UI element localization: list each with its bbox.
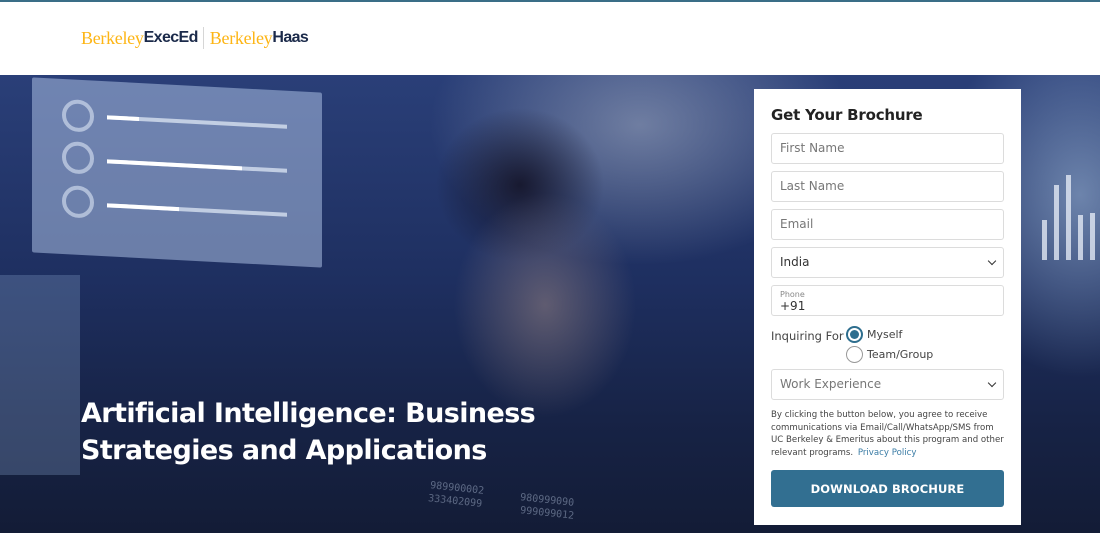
hero-bg-bar [107,159,287,173]
chevron-down-icon [987,256,997,266]
work-experience-select[interactable]: Work Experience [771,369,1004,400]
hero-bg-bar [107,203,287,217]
radio-team-group-label: Team/Group [867,348,934,361]
logo-berkeley-text: Berkeley [81,27,144,48]
phone-input[interactable]: Phone +91 [771,285,1004,316]
berkeley-logo[interactable]: Berkeley ExecEd Berkeley Haas [81,26,309,50]
email-input[interactable]: Email [771,209,1004,240]
country-select[interactable]: India [771,247,1004,278]
form-title: Get Your Brochure [771,106,923,124]
radio-myself-label: Myself [867,328,903,341]
site-header: Berkeley ExecEd Berkeley Haas [0,2,1100,75]
hero-bg-ring-icon [62,140,94,175]
hero-bg-screen-panel [32,77,322,268]
program-title-line1: Artificial Intelligence: Business [81,398,536,429]
phone-value: +91 [780,299,806,313]
hero-bg-bar-chart [1020,170,1100,260]
program-title: Artificial Intelligence: Business Strate… [81,395,641,469]
country-select-value: India [780,255,810,269]
inquiring-for-label: Inquiring For [771,329,844,343]
logo-berkeley-text-2: Berkeley [209,27,273,48]
consent-text: By clicking the button below, you agree … [771,409,1004,459]
radio-team-group[interactable]: Team/Group [846,346,933,363]
phone-label: Phone [780,290,805,299]
radio-checked-icon[interactable] [846,326,863,343]
last-name-input[interactable]: Last Name [771,171,1004,202]
hero-bg-ring-icon [62,98,94,133]
radio-myself[interactable]: Myself [846,326,933,343]
radio-unchecked-icon[interactable] [846,346,863,363]
privacy-policy-link[interactable]: Privacy Policy [858,448,917,458]
inquiring-for-group: Inquiring For Myself Team/Group [771,326,1004,363]
first-name-input[interactable]: First Name [771,133,1004,164]
logo-divider [202,27,204,49]
download-brochure-button[interactable]: DOWNLOAD BROCHURE [771,470,1004,507]
brochure-form: Get Your Brochure First Name Last Name E… [754,89,1021,525]
logo-execed-text: ExecEd [143,29,199,46]
logo-haas-text: Haas [272,29,309,46]
hero-bg-bar [107,115,287,129]
work-experience-placeholder: Work Experience [780,377,882,391]
hero-bg-ring-icon [62,184,94,219]
program-title-line2: Strategies and Applications [81,435,487,466]
chevron-down-icon [987,378,997,388]
hero-bg-side-panel [0,275,80,475]
